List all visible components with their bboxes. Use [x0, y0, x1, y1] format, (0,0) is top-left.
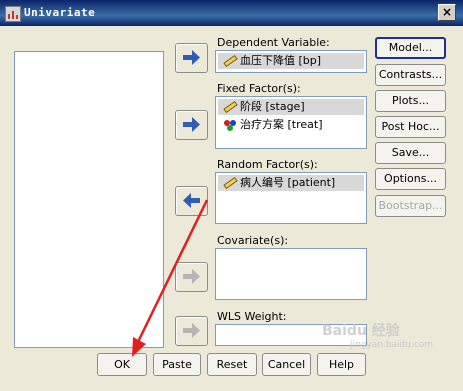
random-factors-label: Random Factor(s): [217, 158, 318, 171]
plots-button[interactable]: Plots... [375, 90, 446, 112]
random-factor-patient: 病人编号 [patient] [240, 176, 336, 189]
random-factors-list[interactable]: 病人编号 [patient] [215, 172, 367, 224]
list-item[interactable]: 阶段 [stage] [218, 99, 364, 115]
post-hoc-button[interactable]: Post Hoc... [375, 116, 446, 138]
nominal-variable-icon [224, 120, 236, 131]
model-button[interactable]: Model... [375, 37, 446, 59]
move-random-factor-button[interactable] [175, 186, 208, 216]
covariates-list[interactable] [215, 248, 367, 300]
watermark-text: Baidu 经验 [322, 323, 400, 339]
covariates-label: Covariate(s): [217, 234, 289, 247]
watermark-url: jingyan.baidu.com [350, 340, 434, 350]
options-button[interactable]: Options... [375, 168, 446, 190]
arrow-right-icon [183, 269, 200, 284]
list-item[interactable]: 病人编号 [patient] [218, 175, 364, 191]
fixed-factors-label: Fixed Factor(s): [217, 82, 301, 95]
move-fixed-factor-button[interactable] [175, 110, 208, 140]
arrow-right-icon [183, 323, 200, 338]
contrasts-button[interactable]: Contrasts... [375, 64, 446, 86]
fixed-factor-treat: 治疗方案 [treat] [240, 118, 323, 131]
list-item[interactable]: 治疗方案 [treat] [218, 117, 364, 133]
window-title: Univariate [24, 6, 96, 19]
title-bar: Univariate × [0, 0, 463, 26]
arrow-right-icon [183, 117, 200, 132]
move-wls-weight-button[interactable] [175, 316, 208, 346]
move-covariate-button[interactable] [175, 262, 208, 292]
bootstrap-button[interactable]: Bootstrap... [375, 195, 446, 217]
fixed-factors-list[interactable]: 阶段 [stage] 治疗方案 [treat] [215, 96, 367, 149]
help-button[interactable]: Help [317, 353, 366, 376]
wls-weight-label: WLS Weight: [217, 310, 287, 323]
dependent-variable-label: Dependent Variable: [217, 36, 330, 49]
ruler-icon [223, 55, 238, 67]
ok-button[interactable]: OK [97, 353, 147, 376]
reset-button[interactable]: Reset [207, 353, 257, 376]
arrow-left-icon [183, 193, 200, 208]
close-button[interactable]: × [438, 4, 456, 21]
ruler-icon [223, 177, 238, 189]
save-button[interactable]: Save... [375, 142, 446, 164]
ruler-icon [223, 101, 238, 113]
app-icon [5, 6, 21, 22]
source-variable-list[interactable] [14, 51, 164, 348]
list-item[interactable]: 血压下降值 [bp] [218, 53, 364, 69]
fixed-factor-stage: 阶段 [stage] [240, 100, 305, 113]
dependent-variable-value: 血压下降值 [bp] [240, 54, 322, 67]
arrow-right-icon [183, 50, 200, 65]
move-dependent-button[interactable] [175, 43, 208, 73]
cancel-button[interactable]: Cancel [262, 353, 311, 376]
paste-button[interactable]: Paste [153, 353, 201, 376]
dependent-variable-field[interactable]: 血压下降值 [bp] [215, 50, 367, 73]
